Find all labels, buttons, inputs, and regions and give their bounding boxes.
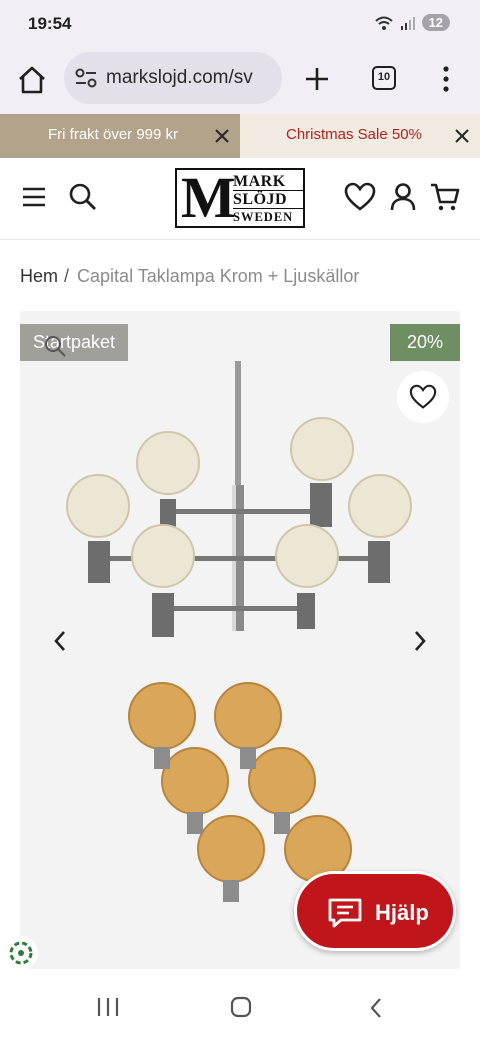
recent-apps-icon[interactable] [96, 996, 120, 1018]
site-logo[interactable]: M MARK SLÖJD SWEDEN [175, 168, 305, 228]
signal-icon [400, 16, 415, 30]
new-tab-icon[interactable] [302, 64, 332, 94]
battery-badge: 12 [421, 14, 450, 31]
back-icon[interactable] [368, 996, 384, 1020]
logo-line: MARK [233, 173, 303, 191]
status-time: 19:54 [28, 14, 72, 33]
promo-text: Fri frakt över 999 kr [48, 126, 179, 143]
browser-toolbar: markslojd.com/sv 10 [0, 48, 480, 114]
status-icons: 12 [374, 14, 450, 31]
breadcrumb-current: Capital Taklampa Krom + Ljuskällor [77, 266, 360, 286]
logo-wordmark: MARK SLÖJD SWEDEN [233, 173, 303, 226]
logo-line: SWEDEN [233, 210, 294, 224]
badge-discount: 20% [389, 324, 460, 361]
search-icon[interactable] [68, 182, 98, 212]
product-image[interactable] [60, 351, 420, 951]
menu-icon[interactable] [22, 186, 46, 208]
close-icon[interactable] [212, 126, 232, 146]
help-label: Hjälp [375, 900, 429, 925]
home-icon[interactable] [16, 64, 48, 96]
promo-text: Christmas Sale 50% [286, 126, 422, 143]
help-chat-button[interactable]: Hjälp [294, 871, 456, 951]
promo-banner-shipping: Fri frakt över 999 kr [0, 114, 240, 158]
tab-switcher-button[interactable]: 10 [372, 66, 396, 90]
wifi-icon [374, 16, 393, 30]
cookie-icon [9, 941, 33, 965]
heart-icon [409, 384, 437, 409]
logo-letter: M [181, 165, 236, 230]
chevron-right-icon[interactable] [412, 629, 428, 653]
url-text[interactable]: markslojd.com/sv [106, 67, 276, 89]
cart-icon[interactable] [430, 182, 460, 212]
site-header: M MARK SLÖJD SWEDEN [0, 158, 480, 240]
chevron-left-icon[interactable] [52, 629, 68, 653]
promo-banner-sale: Christmas Sale 50% [240, 114, 480, 158]
chat-icon [328, 898, 362, 928]
url-bar[interactable]: markslojd.com/sv [64, 52, 282, 104]
breadcrumb-home-link[interactable]: Hem [20, 266, 58, 286]
page: 19:54 12 markslojd.com/sv 10 Fri frakt ö… [0, 0, 480, 1040]
more-options-icon[interactable] [436, 64, 456, 94]
logo-line: SLÖJD [233, 191, 303, 209]
breadcrumb-separator: / [64, 266, 70, 286]
account-icon[interactable] [390, 182, 416, 212]
badge-starter-pack: Startpaket [20, 324, 129, 361]
close-icon[interactable] [452, 126, 472, 146]
favorite-button[interactable] [397, 371, 449, 423]
site-settings-icon[interactable] [74, 67, 98, 89]
cookie-settings-button[interactable] [4, 936, 38, 970]
status-bar: 19:54 12 [0, 0, 480, 48]
home-nav-icon[interactable] [230, 996, 252, 1018]
zoom-icon[interactable] [44, 335, 66, 357]
breadcrumb: Hem / Capital Taklampa Krom + Ljuskällor [20, 266, 359, 287]
system-navigation-bar [0, 976, 480, 1040]
wishlist-heart-icon[interactable] [344, 182, 376, 212]
